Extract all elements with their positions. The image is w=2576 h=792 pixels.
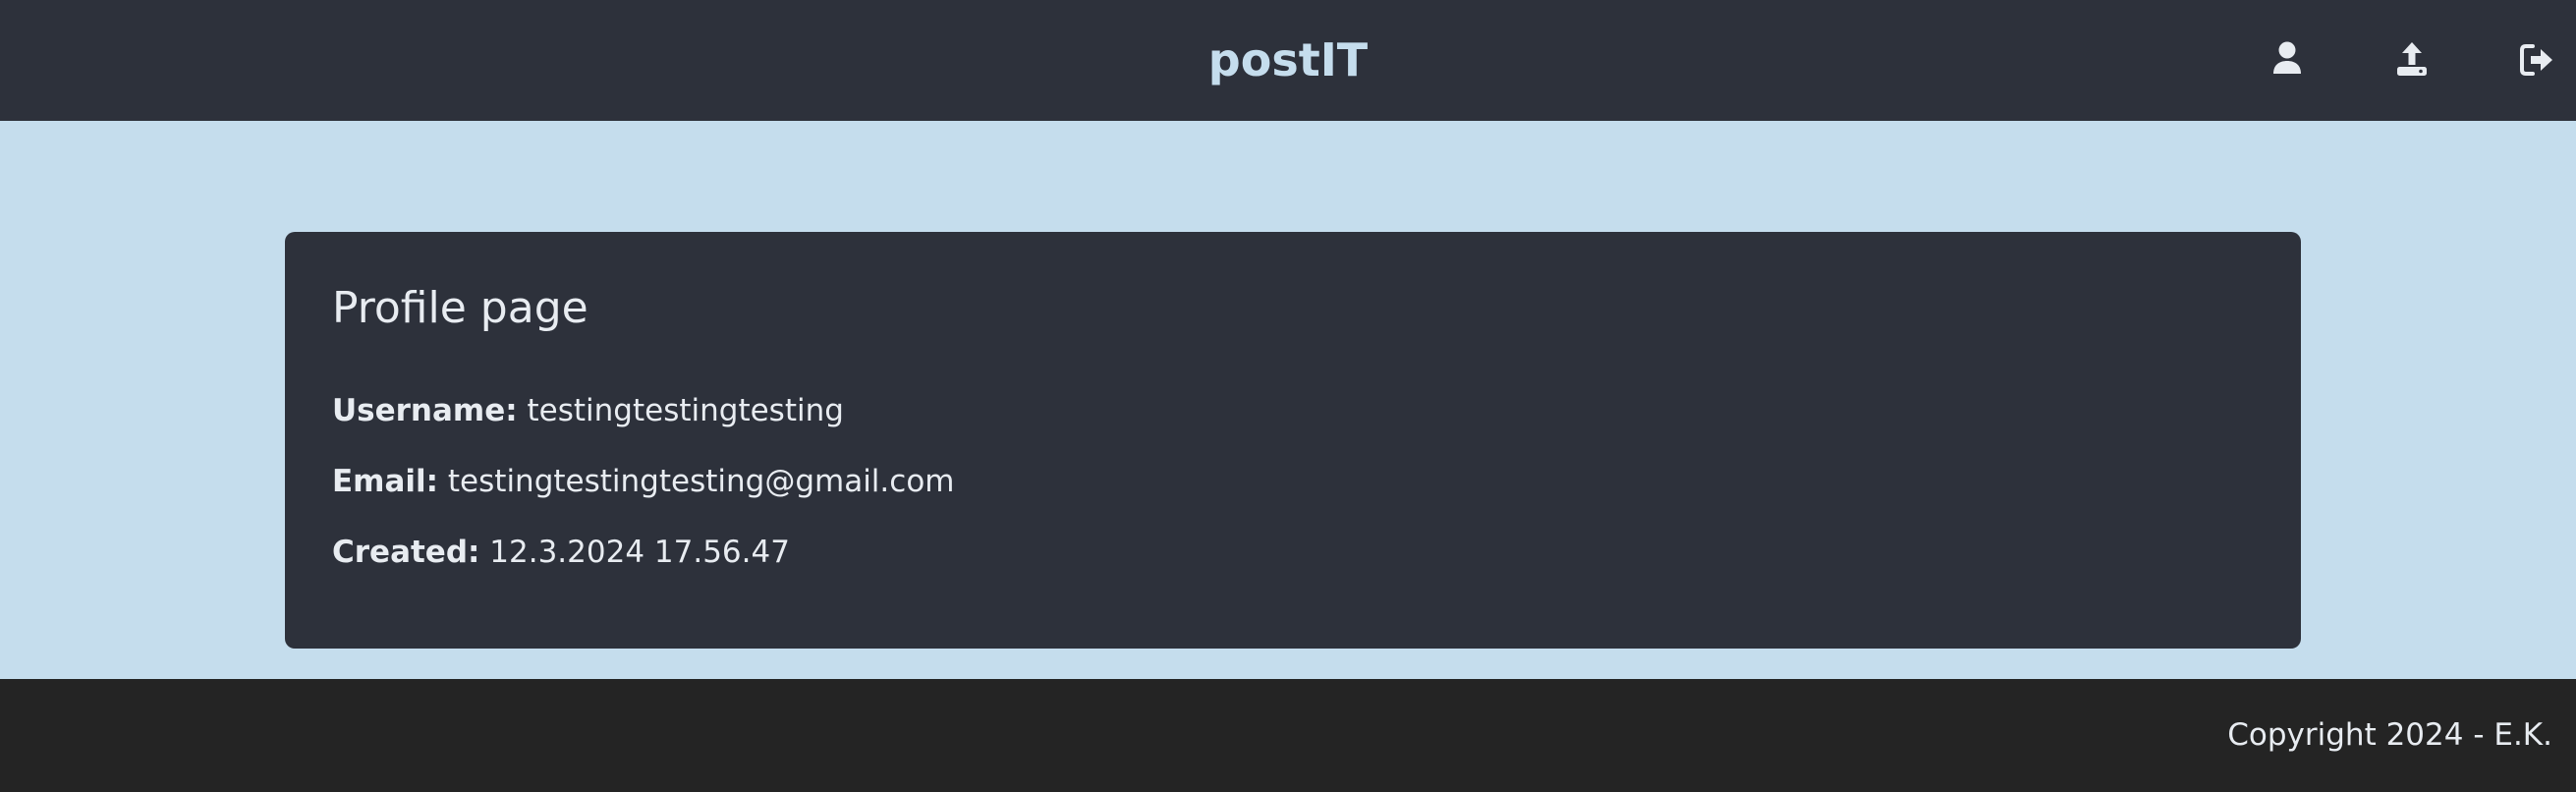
copyright-text: Copyright 2024 - E.K.: [2227, 717, 2552, 753]
profile-card: Profile page: [285, 232, 2301, 649]
created-label: Created:: [332, 535, 480, 570]
footer: Copyright 2024 - E.K.: [0, 679, 2576, 792]
email-value: testingtestingtesting@gmail.com: [447, 464, 955, 499]
username-label: Username:: [332, 393, 518, 428]
brand-title[interactable]: postIT: [0, 0, 2576, 121]
username-value: testingtestingtesting: [527, 393, 844, 428]
username-row: Username: testingtestingtesting: [332, 391, 844, 430]
email-row: Email: testingtestingtesting@gmail.com: [332, 462, 954, 501]
user-icon[interactable]: [2265, 37, 2310, 83]
created-value: 12.3.2024 17.56.47: [489, 535, 790, 570]
created-row: Created: 12.3.2024 17.56.47: [332, 533, 790, 572]
page-title: Profile page: [332, 283, 588, 333]
upload-icon[interactable]: [2389, 37, 2435, 83]
email-label: Email:: [332, 464, 439, 499]
navbar: postIT: [0, 0, 2576, 121]
logout-icon[interactable]: [2515, 37, 2560, 83]
